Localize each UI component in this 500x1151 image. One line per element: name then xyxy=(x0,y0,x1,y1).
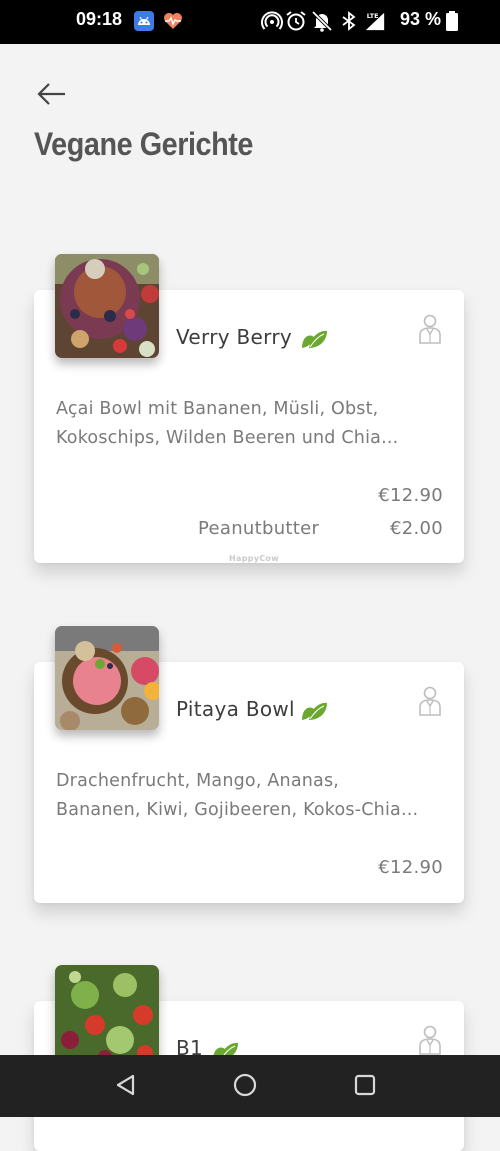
nav-back-icon[interactable] xyxy=(113,1072,139,1098)
happycow-watermark: HappyCow xyxy=(229,554,279,563)
alarm-icon xyxy=(286,11,306,31)
page-title: Vegane Gerichte xyxy=(34,126,253,162)
system-nav-bar xyxy=(0,1055,500,1117)
vegan-leaf-icon xyxy=(302,702,327,720)
waiter-icon[interactable] xyxy=(418,1025,442,1055)
battery-percent: 93 % xyxy=(400,9,442,29)
dish-name: Pitaya Bowl xyxy=(176,697,295,721)
heart-pulse-icon xyxy=(164,13,182,29)
dish-price: €12.90 xyxy=(378,485,443,506)
dish-name: Verry Berry xyxy=(176,325,292,349)
status-time: 09:18 xyxy=(76,9,123,29)
waiter-icon[interactable] xyxy=(418,686,442,716)
vegan-leaf-icon xyxy=(302,330,327,348)
nav-recents-icon[interactable] xyxy=(352,1072,378,1098)
dish-image-pitaya-bowl xyxy=(55,626,159,730)
battery-icon xyxy=(446,11,458,31)
bell-off-icon xyxy=(311,10,333,32)
dish-description: Drachenfrucht, Mango, Ananas, Bananen, K… xyxy=(56,771,419,820)
hotspot-icon xyxy=(261,11,283,30)
extra-price: €2.00 xyxy=(389,518,443,539)
back-arrow-icon[interactable] xyxy=(36,80,68,108)
dish-image-b1 xyxy=(55,965,159,1069)
lte-signal-icon: LTE xyxy=(365,12,385,31)
nav-home-icon[interactable] xyxy=(232,1072,258,1098)
dish-image-verry-berry xyxy=(55,254,159,358)
waiter-icon[interactable] xyxy=(418,314,442,344)
extra-name: Peanutbutter xyxy=(198,518,320,539)
dish-description: Açai Bowl mit Bananen, Müsli, Obst, Koko… xyxy=(56,399,399,448)
bluetooth-icon xyxy=(342,11,356,31)
svg-text:LTE: LTE xyxy=(367,12,379,20)
dish-price: €12.90 xyxy=(378,857,443,878)
android-app-icon xyxy=(134,11,154,31)
status-bar: 09:18 LTE 93 % xyxy=(0,0,500,44)
